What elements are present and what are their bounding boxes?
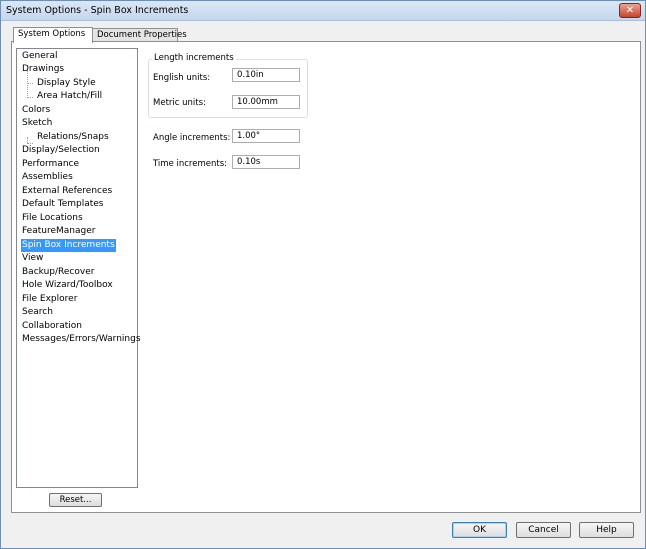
tree-item-sketch[interactable]: Sketch <box>21 117 53 130</box>
tree-item-general[interactable]: General <box>21 50 58 63</box>
tree-item-file-explorer[interactable]: File Explorer <box>21 293 78 306</box>
english-units-label: English units: <box>153 73 211 83</box>
tree-item-display-selection[interactable]: Display/Selection <box>21 144 101 157</box>
time-increments-field[interactable]: 0.10s <box>232 155 300 169</box>
tree-item-hole-wizard-toolbox[interactable]: Hole Wizard/Toolbox <box>21 279 114 292</box>
length-increments-label: Length increments <box>152 53 236 63</box>
tree-item-assemblies[interactable]: Assemblies <box>21 171 74 184</box>
metric-units-field[interactable]: 10.00mm <box>232 95 300 109</box>
tab-system-options[interactable]: System Options <box>13 27 93 43</box>
reset-button[interactable]: Reset... <box>49 493 102 507</box>
angle-increments-label: Angle increments: <box>153 133 231 143</box>
tree-item-colors[interactable]: Colors <box>21 104 51 117</box>
tree-item-default-templates[interactable]: Default Templates <box>21 198 105 211</box>
tree-item-file-locations[interactable]: File Locations <box>21 212 84 225</box>
close-icon[interactable]: ✕ <box>619 3 641 18</box>
options-panel: General Drawings Display Style Area Hatc… <box>11 41 641 513</box>
tree-item-featuremanager[interactable]: FeatureManager <box>21 225 96 238</box>
tree-item-relations-snaps[interactable]: Relations/Snaps <box>36 131 110 144</box>
tree-item-performance[interactable]: Performance <box>21 158 80 171</box>
ok-button[interactable]: OK <box>452 522 507 538</box>
tree-item-collaboration[interactable]: Collaboration <box>21 320 83 333</box>
tree-item-search[interactable]: Search <box>21 306 54 319</box>
angle-increments-field[interactable]: 1.00° <box>232 129 300 143</box>
english-units-field[interactable]: 0.10in <box>232 68 300 82</box>
title-bar[interactable]: System Options - Spin Box Increments ✕ <box>1 1 645 21</box>
tree-item-view[interactable]: View <box>21 252 44 265</box>
window-title: System Options - Spin Box Increments <box>6 5 189 16</box>
tree-item-external-references[interactable]: External References <box>21 185 113 198</box>
options-tree[interactable]: General Drawings Display Style Area Hatc… <box>16 48 141 488</box>
metric-units-label: Metric units: <box>153 98 206 108</box>
tree-item-spin-box-increments[interactable]: Spin Box Increments <box>21 239 116 252</box>
tree-item-area-hatch-fill[interactable]: Area Hatch/Fill <box>36 90 103 103</box>
system-options-dialog: System Options - Spin Box Increments ✕ S… <box>0 0 646 549</box>
cancel-button[interactable]: Cancel <box>516 522 571 538</box>
time-increments-label: Time increments: <box>153 159 227 169</box>
tab-document-properties[interactable]: Document Properties <box>92 28 187 42</box>
tree-item-display-style[interactable]: Display Style <box>36 77 97 90</box>
tree-item-backup-recover[interactable]: Backup/Recover <box>21 266 95 279</box>
tree-connector <box>27 97 33 98</box>
help-button[interactable]: Help <box>579 522 634 538</box>
tree-item-drawings[interactable]: Drawings <box>21 63 65 76</box>
tree-item-messages-errors-warnings[interactable]: Messages/Errors/Warnings <box>21 333 142 346</box>
tree-connector <box>27 83 33 84</box>
